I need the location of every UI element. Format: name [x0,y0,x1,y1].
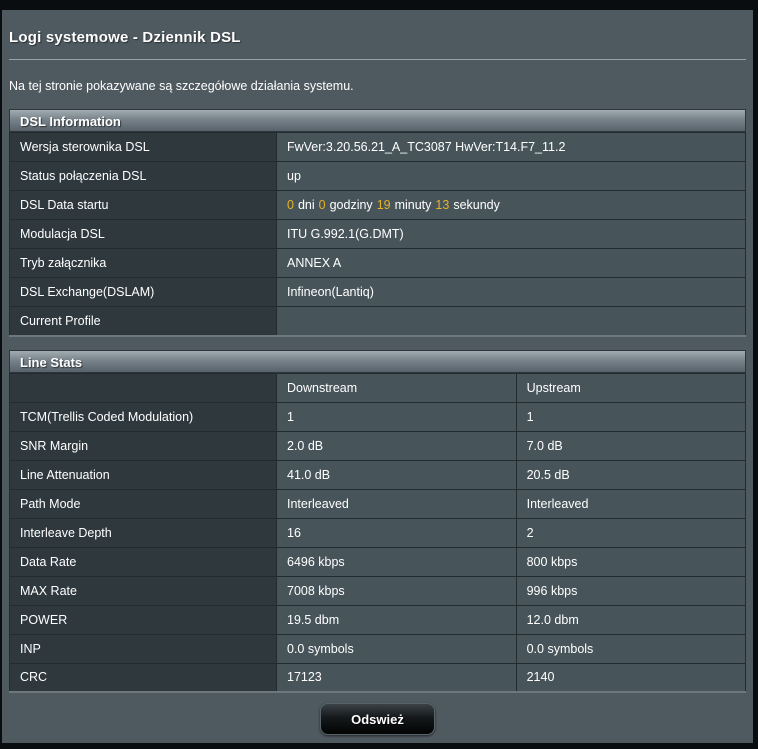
line-stats-upstream-value: 12.0 dbm [516,605,745,634]
line-stats-row-label: CRC [10,663,277,692]
line-stats-row-label: Path Mode [10,489,277,518]
line-stats-row-label: Interleave Depth [10,518,277,547]
refresh-button[interactable]: Odswież [320,703,435,735]
line-stats-row: Line Attenuation41.0 dB20.5 dB [10,460,746,489]
line-stats-table: DownstreamUpstream TCM(Trellis Coded Mod… [9,373,746,694]
page-content: Logi systemowe - Dziennik DSL Na tej str… [2,10,753,743]
line-stats-row-label: MAX Rate [10,576,277,605]
dsl-info-row-label: Wersja sterownika DSL [10,133,277,162]
line-stats-row-label: INP [10,634,277,663]
line-stats-upstream-value: 2140 [516,663,745,692]
line-stats-row: POWER19.5 dbm12.0 dbm [10,605,746,634]
line-stats-downstream-value: 16 [277,518,517,547]
line-stats-row: CRC171232140 [10,663,746,692]
dsl-info-row-value: Infineon(Lantiq) [277,278,746,307]
line-stats-downstream-value: 6496 kbps [277,547,517,576]
dsl-info-row-value: 0 dni 0 godziny 19 minuty13 sekundy [277,191,746,220]
uptime-unit: sekundy [453,198,500,212]
line-stats-row: INP0.0 symbols0.0 symbols [10,634,746,663]
line-stats-upstream-value: 2 [516,518,745,547]
line-stats-upstream-value: 1 [516,402,745,431]
dsl-info-row: Status połączenia DSLup [10,162,746,191]
dsl-info-row-label: DSL Data startu [10,191,277,220]
line-stats-row: TCM(Trellis Coded Modulation)11 [10,402,746,431]
line-stats-downstream-value: 7008 kbps [277,576,517,605]
uptime-number: 0 [287,198,294,212]
dsl-info-row: Modulacja DSLITU G.992.1(G.DMT) [10,220,746,249]
line-stats-column-header: Downstream [277,373,517,402]
line-stats-row-label: SNR Margin [10,431,277,460]
uptime-number: 0 [319,198,326,212]
router-admin-page: Logi systemowe - Dziennik DSL Na tej str… [0,0,758,749]
dsl-info-row-value [277,307,746,336]
line-stats-header: Line Stats [9,350,746,373]
line-stats-downstream-value: 17123 [277,663,517,692]
line-stats-row-label: Data Rate [10,547,277,576]
dsl-info-row: DSL Exchange(DSLAM)Infineon(Lantiq) [10,278,746,307]
uptime-number: 13 [435,198,449,212]
uptime-unit: minuty [395,198,432,212]
line-stats-upstream-value: 800 kbps [516,547,745,576]
line-stats-row: Path ModeInterleavedInterleaved [10,489,746,518]
dsl-information-header: DSL Information [9,109,746,132]
footer-button-row: Odswież [9,703,746,735]
dsl-info-row: Tryb załącznikaANNEX A [10,249,746,278]
line-stats-upstream-value: 20.5 dB [516,460,745,489]
dsl-info-row-label: Status połączenia DSL [10,162,277,191]
dsl-info-row-label: DSL Exchange(DSLAM) [10,278,277,307]
line-stats-row: Data Rate6496 kbps800 kbps [10,547,746,576]
line-stats-row: Interleave Depth162 [10,518,746,547]
dsl-info-row-value: FwVer:3.20.56.21_A_TC3087 HwVer:T14.F7_1… [277,133,746,162]
dsl-information-section: DSL Information Wersja sterownika DSLFwV… [9,109,746,337]
dsl-information-table: Wersja sterownika DSLFwVer:3.20.56.21_A_… [9,132,746,337]
dsl-info-row-label: Current Profile [10,307,277,336]
line-stats-section: Line Stats DownstreamUpstream TCM(Trelli… [9,350,746,694]
line-stats-upstream-value: 996 kbps [516,576,745,605]
line-stats-upstream-value: Interleaved [516,489,745,518]
line-stats-row-label: TCM(Trellis Coded Modulation) [10,402,277,431]
dsl-info-row-value: ANNEX A [277,249,746,278]
line-stats-downstream-value: 19.5 dbm [277,605,517,634]
line-stats-downstream-value: 2.0 dB [277,431,517,460]
dsl-info-row-value: up [277,162,746,191]
uptime-unit: godziny [330,198,373,212]
dsl-info-row: Wersja sterownika DSLFwVer:3.20.56.21_A_… [10,133,746,162]
line-stats-header-row: DownstreamUpstream [10,373,746,402]
uptime-number: 19 [377,198,391,212]
line-stats-upstream-value: 0.0 symbols [516,634,745,663]
line-stats-downstream-value: 41.0 dB [277,460,517,489]
line-stats-row: SNR Margin2.0 dB7.0 dB [10,431,746,460]
line-stats-downstream-value: Interleaved [277,489,517,518]
title-divider [9,59,746,60]
dsl-info-row: DSL Data startu 0 dni 0 godziny 19 minuty13 sek… [10,191,746,220]
page-title: Logi systemowe - Dziennik DSL [9,10,746,46]
dsl-info-row-value: ITU G.992.1(G.DMT) [277,220,746,249]
uptime-unit: dni [298,198,315,212]
page-subtitle: Na tej stronie pokazywane są szczegółowe… [9,68,746,93]
line-stats-column-header: Upstream [516,373,745,402]
line-stats-row: MAX Rate7008 kbps996 kbps [10,576,746,605]
dsl-info-row-label: Tryb załącznika [10,249,277,278]
dsl-info-row-label: Modulacja DSL [10,220,277,249]
line-stats-row-label: POWER [10,605,277,634]
line-stats-downstream-value: 1 [277,402,517,431]
line-stats-corner-cell [10,373,277,402]
line-stats-downstream-value: 0.0 symbols [277,634,517,663]
line-stats-upstream-value: 7.0 dB [516,431,745,460]
dsl-info-row: Current Profile [10,307,746,336]
line-stats-row-label: Line Attenuation [10,460,277,489]
